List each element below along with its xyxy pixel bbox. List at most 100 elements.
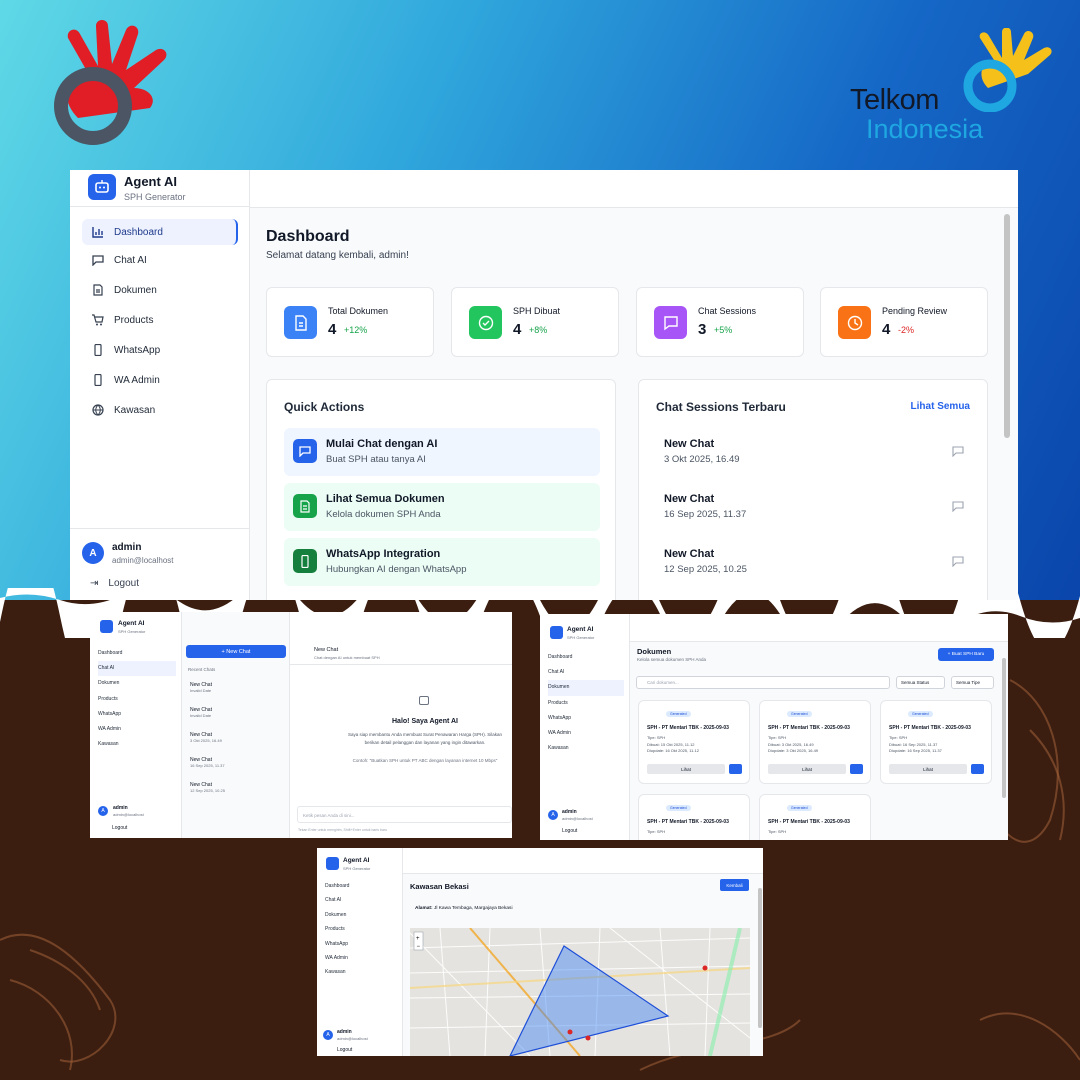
nav-item-products[interactable]: Products: [98, 692, 176, 707]
nav-item-dokumen[interactable]: Dokumen: [325, 908, 349, 922]
topbar: [630, 614, 1008, 642]
nav-item-chat-ai[interactable]: Chat AI: [98, 661, 176, 677]
app-title: Agent AI: [567, 626, 594, 633]
chat-icon: [952, 446, 964, 457]
chat-session-item[interactable]: New Chat 16 Sep 2025, 11.37: [656, 483, 972, 531]
nav-item-kawasan[interactable]: Kawasan: [82, 395, 238, 425]
nav-item-kawasan[interactable]: Kawasan: [548, 741, 624, 756]
logout-icon: ⇥: [90, 578, 99, 589]
nav-item-chat-ai[interactable]: Chat AI: [82, 245, 238, 275]
view-button[interactable]: Lihat: [768, 764, 846, 774]
scrollbar[interactable]: [1002, 658, 1006, 798]
nav-item-wa-admin[interactable]: WA Admin: [548, 726, 624, 741]
nav-item-products[interactable]: Products: [325, 922, 349, 936]
quick-action-chat[interactable]: Mulai Chat dengan AI Buat SPH atau tanya…: [284, 428, 600, 476]
view-button[interactable]: Lihat: [889, 764, 967, 774]
logout-button[interactable]: Logout: [562, 828, 577, 834]
nav-item-kawasan[interactable]: Kawasan: [325, 965, 349, 979]
chat-example: Contoh: "Buatkan SPH untuk PT ABC dengan…: [352, 758, 498, 763]
nav-item-dashboard[interactable]: Dashboard: [548, 650, 624, 665]
nav-item-whatsapp[interactable]: WhatsApp: [98, 707, 176, 722]
scrollbar[interactable]: [758, 888, 762, 1028]
logout-button[interactable]: Logout: [337, 1047, 352, 1053]
chat-session-item[interactable]: New Chat 12 Sep 2025, 10.25: [656, 538, 972, 586]
nav-item-products[interactable]: Products: [548, 696, 624, 711]
stat-value: 4: [882, 321, 891, 338]
nav-item-dokumen[interactable]: Dokumen: [98, 676, 176, 691]
user-email: admin@localhost: [337, 1036, 368, 1041]
quick-action-documents[interactable]: Lihat Semua Dokumen Kelola dokumen SPH A…: [284, 483, 600, 531]
phone-icon: [293, 549, 317, 573]
type-select[interactable]: Semua Tipe: [951, 676, 994, 689]
scrollbar[interactable]: [1004, 214, 1010, 438]
nav-item-wa-admin[interactable]: WA Admin: [98, 722, 176, 737]
see-all-link[interactable]: Lihat Semua: [911, 401, 970, 412]
nav-item-whatsapp[interactable]: WhatsApp: [325, 937, 349, 951]
recent-chat-item[interactable]: New Chat 16 Sep 2025, 11.37: [190, 757, 286, 782]
view-button[interactable]: Lihat: [647, 764, 725, 774]
map-view[interactable]: + −: [410, 928, 750, 1056]
recent-chat-item[interactable]: New Chat 12 Sep 2025, 10.25: [190, 782, 286, 807]
stat-value: 4: [513, 321, 522, 338]
nav-label: Chat AI: [114, 254, 147, 266]
app-title: Agent AI: [124, 174, 177, 189]
session-title: New Chat: [664, 438, 715, 450]
nav-item-dashboard[interactable]: Dashboard: [98, 646, 176, 661]
nav-item-dashboard[interactable]: Dashboard: [82, 219, 238, 245]
nav-item-whatsapp[interactable]: WhatsApp: [82, 335, 238, 365]
nav-item-products[interactable]: Products: [82, 305, 238, 335]
document-type: Tipe: SPH: [647, 829, 666, 834]
download-button[interactable]: [850, 764, 863, 774]
nav-item-dokumen[interactable]: Dokumen: [548, 680, 624, 696]
chat-hello: Halo! Saya Agent AI: [392, 718, 458, 725]
document-card[interactable]: Generated SPH - PT Mentari TBK - 2025-09…: [638, 700, 750, 784]
page-subtitle: Kelola semua dokumen SPH Anda: [637, 657, 707, 662]
document-card[interactable]: Generated SPH - PT Mentari TBK - 2025-09…: [759, 794, 871, 840]
stat-label: Chat Sessions: [698, 306, 757, 316]
search-input[interactable]: Cari dokumen...: [636, 676, 890, 689]
nav-item-dokumen[interactable]: Dokumen: [82, 275, 238, 305]
stat-label: Pending Review: [882, 306, 948, 316]
new-sph-button[interactable]: + Buat SPH Baru: [938, 648, 994, 661]
recent-chat-item[interactable]: New Chat Invalid Date: [190, 682, 286, 707]
phone-icon: [94, 374, 102, 386]
nav-item-dashboard[interactable]: Dashboard: [325, 879, 349, 893]
logout-button[interactable]: Logout: [112, 825, 127, 831]
chat-sessions-panel: Chat Sessions Terbaru Lihat Semua New Ch…: [638, 379, 988, 600]
user-name: admin: [112, 542, 142, 553]
nav-label: Products: [114, 314, 154, 326]
nav-label: Dashboard: [114, 226, 163, 238]
stat-change: +8%: [529, 325, 548, 335]
chat-icon: [952, 556, 964, 567]
nav-item-chat-ai[interactable]: Chat AI: [548, 665, 624, 680]
svg-text:−: −: [417, 944, 421, 950]
documents-window: Agent AI SPH Generator Dashboard Chat AI…: [540, 614, 1008, 840]
quick-action-whatsapp[interactable]: WhatsApp Integration Hubungkan AI dengan…: [284, 538, 600, 586]
document-card[interactable]: Generated SPH - PT Mentari TBK - 2025-09…: [880, 700, 992, 784]
nav-item-wa-admin[interactable]: WA Admin: [325, 951, 349, 965]
recent-chat-item[interactable]: New Chat Invalid Date: [190, 707, 286, 732]
status-badge: Generated: [666, 805, 691, 811]
user-name: admin: [113, 805, 128, 811]
recent-chat-date: Invalid Date: [190, 688, 212, 693]
status-select[interactable]: Semua Status: [896, 676, 945, 689]
new-chat-button[interactable]: + New Chat: [186, 645, 286, 658]
nav-item-chat-ai[interactable]: Chat AI: [325, 893, 349, 907]
document-card[interactable]: Generated SPH - PT Mentari TBK - 2025-09…: [638, 794, 750, 840]
document-icon: [284, 306, 317, 339]
recent-chat-item[interactable]: New Chat 3 Okt 2025, 16.49: [190, 732, 286, 757]
back-button[interactable]: Kembali: [720, 879, 749, 891]
nav-item-wa-admin[interactable]: WA Admin: [82, 365, 238, 395]
download-button[interactable]: [729, 764, 742, 774]
logout-button[interactable]: ⇥ Logout: [90, 578, 139, 589]
nav-item-whatsapp[interactable]: WhatsApp: [548, 711, 624, 726]
document-card[interactable]: Generated SPH - PT Mentari TBK - 2025-09…: [759, 700, 871, 784]
message-input[interactable]: Ketik pesan Anda di sini...: [297, 806, 512, 823]
chat-session-item[interactable]: New Chat 3 Okt 2025, 16.49: [656, 428, 972, 476]
divider: [70, 206, 250, 207]
quick-action-desc: Buat SPH atau tanya AI: [326, 454, 426, 465]
app-subtitle: SPH Generator: [567, 635, 595, 640]
nav-item-kawasan[interactable]: Kawasan: [98, 737, 176, 752]
download-button[interactable]: [971, 764, 984, 774]
quick-action-desc: Kelola dokumen SPH Anda: [326, 509, 441, 520]
